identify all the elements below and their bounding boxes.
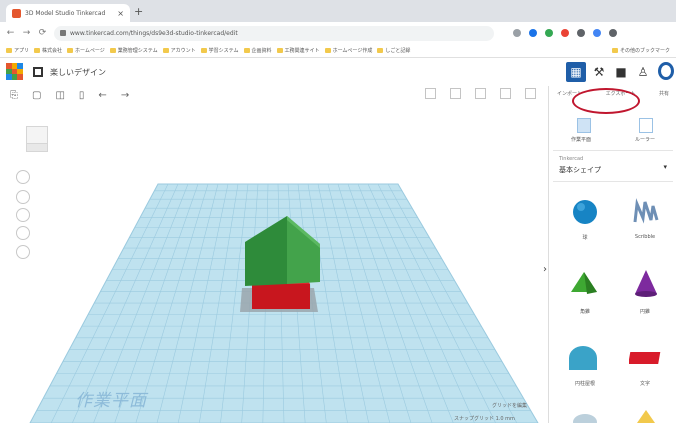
ungroup-icon[interactable] — [475, 88, 486, 99]
bookmark-item[interactable]: 業務管理システム — [109, 47, 158, 54]
snap-grid-setting[interactable]: スナップグリッド 1.0 mm — [454, 415, 515, 422]
shape-library-select[interactable]: Tinkercad 基本シェイプ ▾ — [553, 150, 673, 182]
mirror-icon[interactable] — [525, 88, 536, 99]
bookmark-item[interactable]: 工務関連サイト — [276, 47, 320, 54]
profile-icon[interactable] — [593, 29, 601, 37]
bookmark-item[interactable]: ホームページ — [67, 47, 105, 54]
extension-green-icon[interactable] — [545, 29, 553, 37]
redo-icon[interactable]: → — [121, 90, 129, 101]
align-icon[interactable] — [500, 88, 511, 99]
workplane-tool-icon[interactable] — [577, 118, 591, 133]
scribble-shape[interactable] — [631, 198, 659, 226]
panel-sub-tools: 作業平面 ルーラー — [549, 108, 676, 148]
delete-icon[interactable]: ▯ — [79, 90, 85, 101]
add-user-icon[interactable]: ♙ — [633, 62, 653, 82]
browser-tab-title: 3D Model Studio Tinkercad — [25, 9, 106, 17]
tinkercad-logo-icon[interactable] — [6, 63, 23, 80]
text-shape-label: 文字 — [639, 381, 650, 387]
pyramid-shape[interactable] — [569, 270, 599, 296]
bookmarks-bar: アプリ 株式会社 ホームページ 業務管理システム アカウント 学習システム 企画… — [0, 44, 676, 58]
sphere-shape[interactable] — [571, 198, 599, 226]
puzzle-icon[interactable] — [577, 29, 585, 37]
omnibox[interactable]: www.tinkercad.com/things/ds9e3d-studio-t… — [54, 25, 494, 41]
paste-icon[interactable]: ▢ — [32, 90, 41, 101]
ruler-tool-label: ルーラー — [635, 137, 656, 143]
red-box — [252, 284, 310, 309]
extension-red-icon[interactable] — [561, 29, 569, 37]
workspace-canvas[interactable]: 作業平面 › グリッドを編集 スナップグリッド 1.0 mm — [0, 104, 548, 423]
undo-icon[interactable]: ← — [98, 90, 106, 101]
text-shape[interactable] — [629, 348, 663, 368]
dropdown-arrow-icon: ▾ — [663, 163, 667, 171]
url-text[interactable]: www.tinkercad.com/things/ds9e3d-studio-t… — [70, 30, 238, 37]
browser-tab[interactable]: 3D Model Studio Tinkercad × — [6, 4, 130, 22]
avatar[interactable] — [658, 62, 674, 80]
partial-shape-right[interactable] — [635, 408, 657, 423]
cone-label: 円錐 — [639, 309, 650, 315]
workplane-tool-label: 作業平面 — [571, 137, 592, 143]
back-arrow-icon[interactable]: ← — [6, 28, 15, 38]
library-selected-value: 基本シェイプ — [559, 166, 601, 174]
other-bookmarks[interactable]: その他のブックマーク — [611, 47, 670, 54]
cone-shape[interactable] — [633, 268, 659, 298]
design-menu-icon[interactable] — [33, 67, 43, 77]
fit-view-icon[interactable] — [16, 190, 30, 204]
edit-grid-link[interactable]: グリッドを編集 — [492, 402, 527, 409]
round-roof-shape[interactable] — [567, 344, 599, 372]
new-tab-button[interactable]: + — [134, 5, 143, 18]
view-tools — [425, 88, 536, 99]
workplane[interactable] — [0, 104, 548, 423]
sphere-label: 球 — [582, 235, 588, 241]
round-roof-label: 円柱屋根 — [574, 381, 595, 387]
light-bulb-icon[interactable] — [425, 88, 436, 99]
star-icon[interactable] — [513, 29, 521, 37]
tab-close-icon[interactable]: × — [117, 9, 124, 18]
group-icon[interactable] — [450, 88, 461, 99]
forward-arrow-icon[interactable]: → — [22, 28, 31, 38]
hammer-icon[interactable]: ⚒ — [589, 62, 609, 82]
extensions-area — [513, 29, 617, 37]
tinkercad-header: 楽しいデザイン ▦ ⚒ ■ ♙ — [0, 58, 676, 86]
bookmark-item[interactable]: 学習システム — [200, 47, 239, 54]
address-bar-row: ← → ⟳ www.tinkercad.com/things/ds9e3d-st… — [0, 22, 676, 44]
extension-blue-icon[interactable] — [529, 29, 537, 37]
home-view-icon[interactable] — [16, 170, 30, 184]
lock-icon — [60, 30, 66, 36]
3d-view-button[interactable]: ▦ — [566, 62, 586, 82]
duplicate-icon[interactable]: ◫ — [55, 90, 64, 101]
zoom-out-icon[interactable] — [16, 226, 30, 240]
view-cube[interactable] — [24, 124, 50, 154]
tab-share[interactable]: 共有 — [659, 90, 669, 97]
partial-shape-left[interactable] — [571, 408, 599, 423]
library-source-label: Tinkercad — [559, 156, 584, 162]
briefcase-icon[interactable]: ■ — [611, 62, 631, 82]
zoom-in-icon[interactable] — [16, 208, 30, 222]
bookmark-item[interactable]: 企画資料 — [243, 47, 272, 54]
panel-collapse-chevron-icon[interactable]: › — [543, 264, 547, 275]
bookmark-item[interactable]: 株式会社 — [34, 47, 62, 54]
copy-icon[interactable]: ⎘ — [10, 90, 18, 101]
bookmark-item[interactable]: しごと記録 — [377, 47, 410, 54]
ruler-tool-icon[interactable] — [639, 118, 653, 133]
bookmark-item[interactable]: アプリ — [6, 47, 29, 54]
pyramid-label: 角錐 — [579, 309, 590, 315]
reload-icon[interactable]: ⟳ — [38, 28, 47, 38]
shapes-panel: インポート エクスポート 共有 作業平面 ルーラー Tinkercad 基本シェ… — [548, 86, 676, 423]
scribble-label: Scribble — [634, 234, 656, 240]
bookmark-item[interactable]: アカウント — [162, 47, 196, 54]
menu-kebab-icon[interactable] — [609, 29, 617, 37]
browser-tab-strip: 3D Model Studio Tinkercad × + — [0, 0, 676, 22]
document-title[interactable]: 楽しいデザイン — [50, 67, 106, 78]
edit-toolbar: ⎘ ▢ ◫ ▯ ← → — [0, 86, 548, 104]
perspective-icon[interactable] — [16, 245, 30, 259]
workplane-label: 作業平面 — [75, 391, 147, 411]
tinkercad-favicon-icon — [12, 8, 21, 18]
bookmark-item[interactable]: ホームページ作成 — [324, 47, 372, 54]
